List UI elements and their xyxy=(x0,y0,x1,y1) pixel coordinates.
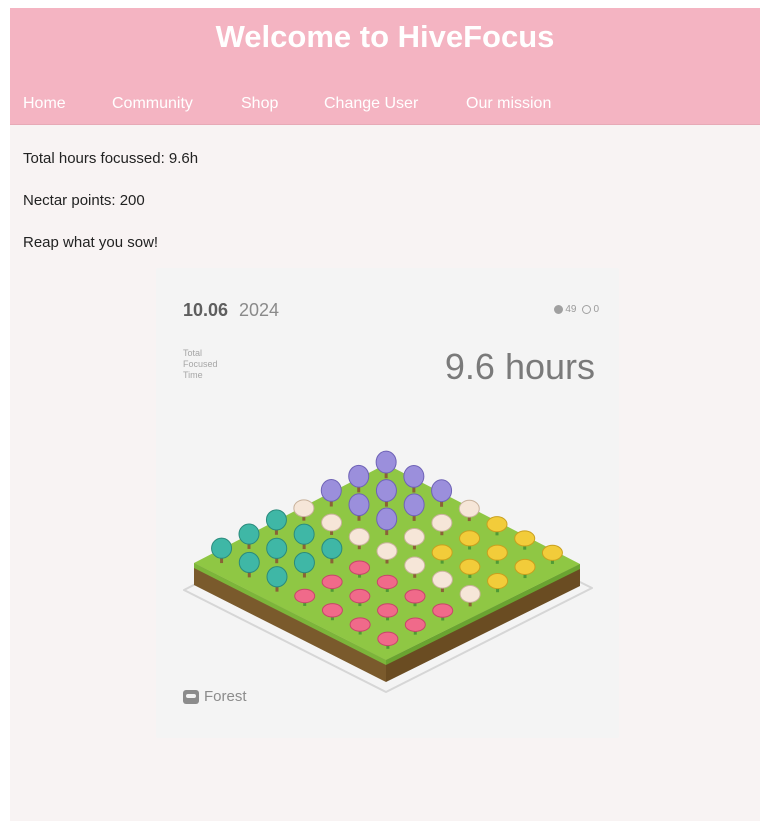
page-frame: Welcome to HiveFocus Home Community Shop… xyxy=(10,8,760,821)
main-nav: Home Community Shop Change User Our miss… xyxy=(10,94,760,134)
forest-summary-card: 10.06 2024 49 0 Total Focused Time 9.6 h… xyxy=(156,268,619,738)
forest-garden-illustration xyxy=(183,450,593,693)
forest-brand: Forest xyxy=(183,688,247,705)
nav-home-link[interactable]: Home xyxy=(23,94,66,114)
nav-shop-link[interactable]: Shop xyxy=(241,94,278,114)
forest-brand-label: Forest xyxy=(204,688,247,705)
nectar-points-text: Nectar points: 200 xyxy=(23,192,145,209)
nav-change-user-link[interactable]: Change User xyxy=(324,94,418,114)
nav-our-mission-link[interactable]: Our mission xyxy=(466,94,551,114)
nav-community-link[interactable]: Community xyxy=(112,94,193,114)
hours-focussed-text: Total hours focussed: 9.6h xyxy=(23,150,199,167)
site-title: Welcome to HiveFocus xyxy=(215,19,555,54)
tagline-text: Reap what you sow! xyxy=(23,234,159,251)
forest-app-icon xyxy=(183,689,199,704)
site-header: Welcome to HiveFocus Home Community Shop… xyxy=(10,8,760,125)
